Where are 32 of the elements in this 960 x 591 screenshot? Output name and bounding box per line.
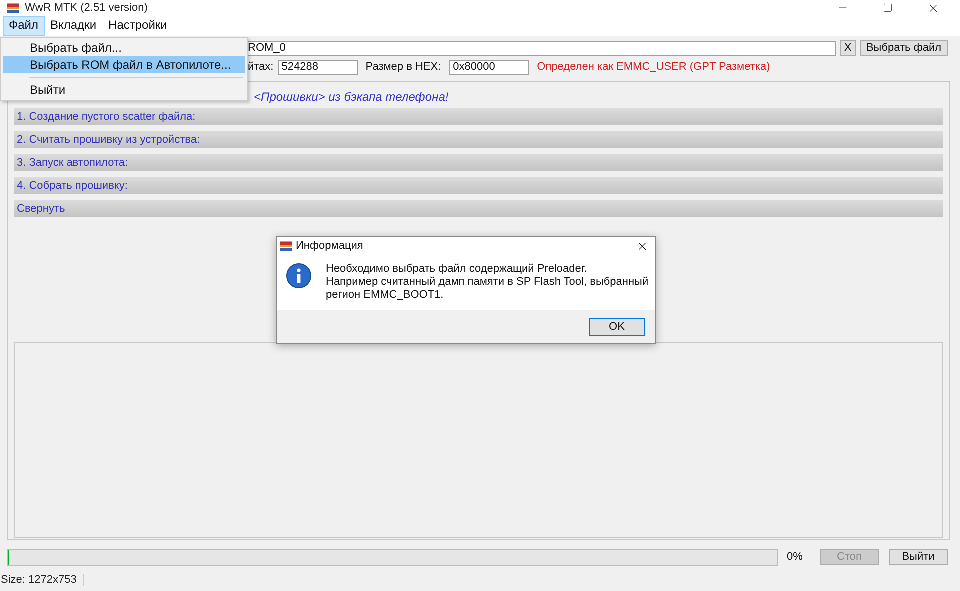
exit-button[interactable]: Выйти bbox=[889, 549, 948, 565]
app-icon bbox=[7, 3, 19, 13]
section-header[interactable]: 3. Запуск автопилота: bbox=[14, 154, 943, 171]
status-text: Size: 1272x753 bbox=[0, 574, 84, 586]
section-header[interactable]: 1. Создание пустого scatter файла: bbox=[14, 108, 943, 125]
browse-button[interactable]: Выбрать файл bbox=[860, 40, 948, 56]
section-header[interactable]: Свернуть bbox=[14, 200, 943, 217]
window-title: WwR MTK (2.51 version) bbox=[25, 2, 149, 14]
menu-option[interactable]: Выйти bbox=[3, 82, 245, 98]
menu-option[interactable]: Выбрать ROM файл в Автопилоте... bbox=[3, 56, 245, 73]
ok-button[interactable]: OK bbox=[589, 318, 645, 336]
progress-reading: 0% bbox=[787, 551, 804, 563]
hex-field[interactable]: 0x80000 bbox=[449, 60, 530, 74]
size-label: йтах: bbox=[248, 61, 274, 73]
size-field[interactable]: 524288 bbox=[278, 60, 358, 74]
dialog-message: Необходимо выбрать файл содержащий Preloader. bbox=[326, 263, 588, 276]
menu-option[interactable]: Выбрать файл... bbox=[3, 40, 245, 56]
maximize-icon[interactable] bbox=[883, 3, 893, 13]
section-header[interactable]: 4. Собрать прошивку: bbox=[14, 177, 943, 194]
app-icon bbox=[280, 241, 292, 251]
detected-text: Определен как EMMC_USER (GPT Разметка) bbox=[537, 61, 770, 73]
menu-item[interactable]: Вкладки bbox=[44, 16, 103, 36]
clear-button[interactable]: X bbox=[840, 40, 856, 56]
menu-item[interactable]: Настройки bbox=[102, 16, 174, 36]
menu-item[interactable]: Файл bbox=[3, 16, 45, 36]
dialog-title: Информация bbox=[296, 240, 364, 252]
dialog-message: регион EMMC_BOOT1. bbox=[326, 289, 445, 302]
dialog-message: Например считанный дамп памяти в SP Flash Tool, выбранный bbox=[326, 276, 649, 289]
info-icon bbox=[286, 263, 312, 289]
hex-label: Размер в HEX: bbox=[366, 61, 442, 73]
notice-text: <Прошивки> из бэкапа телефона! bbox=[254, 90, 450, 105]
section-header[interactable]: 2. Считать прошивку из устройства: bbox=[14, 131, 943, 148]
